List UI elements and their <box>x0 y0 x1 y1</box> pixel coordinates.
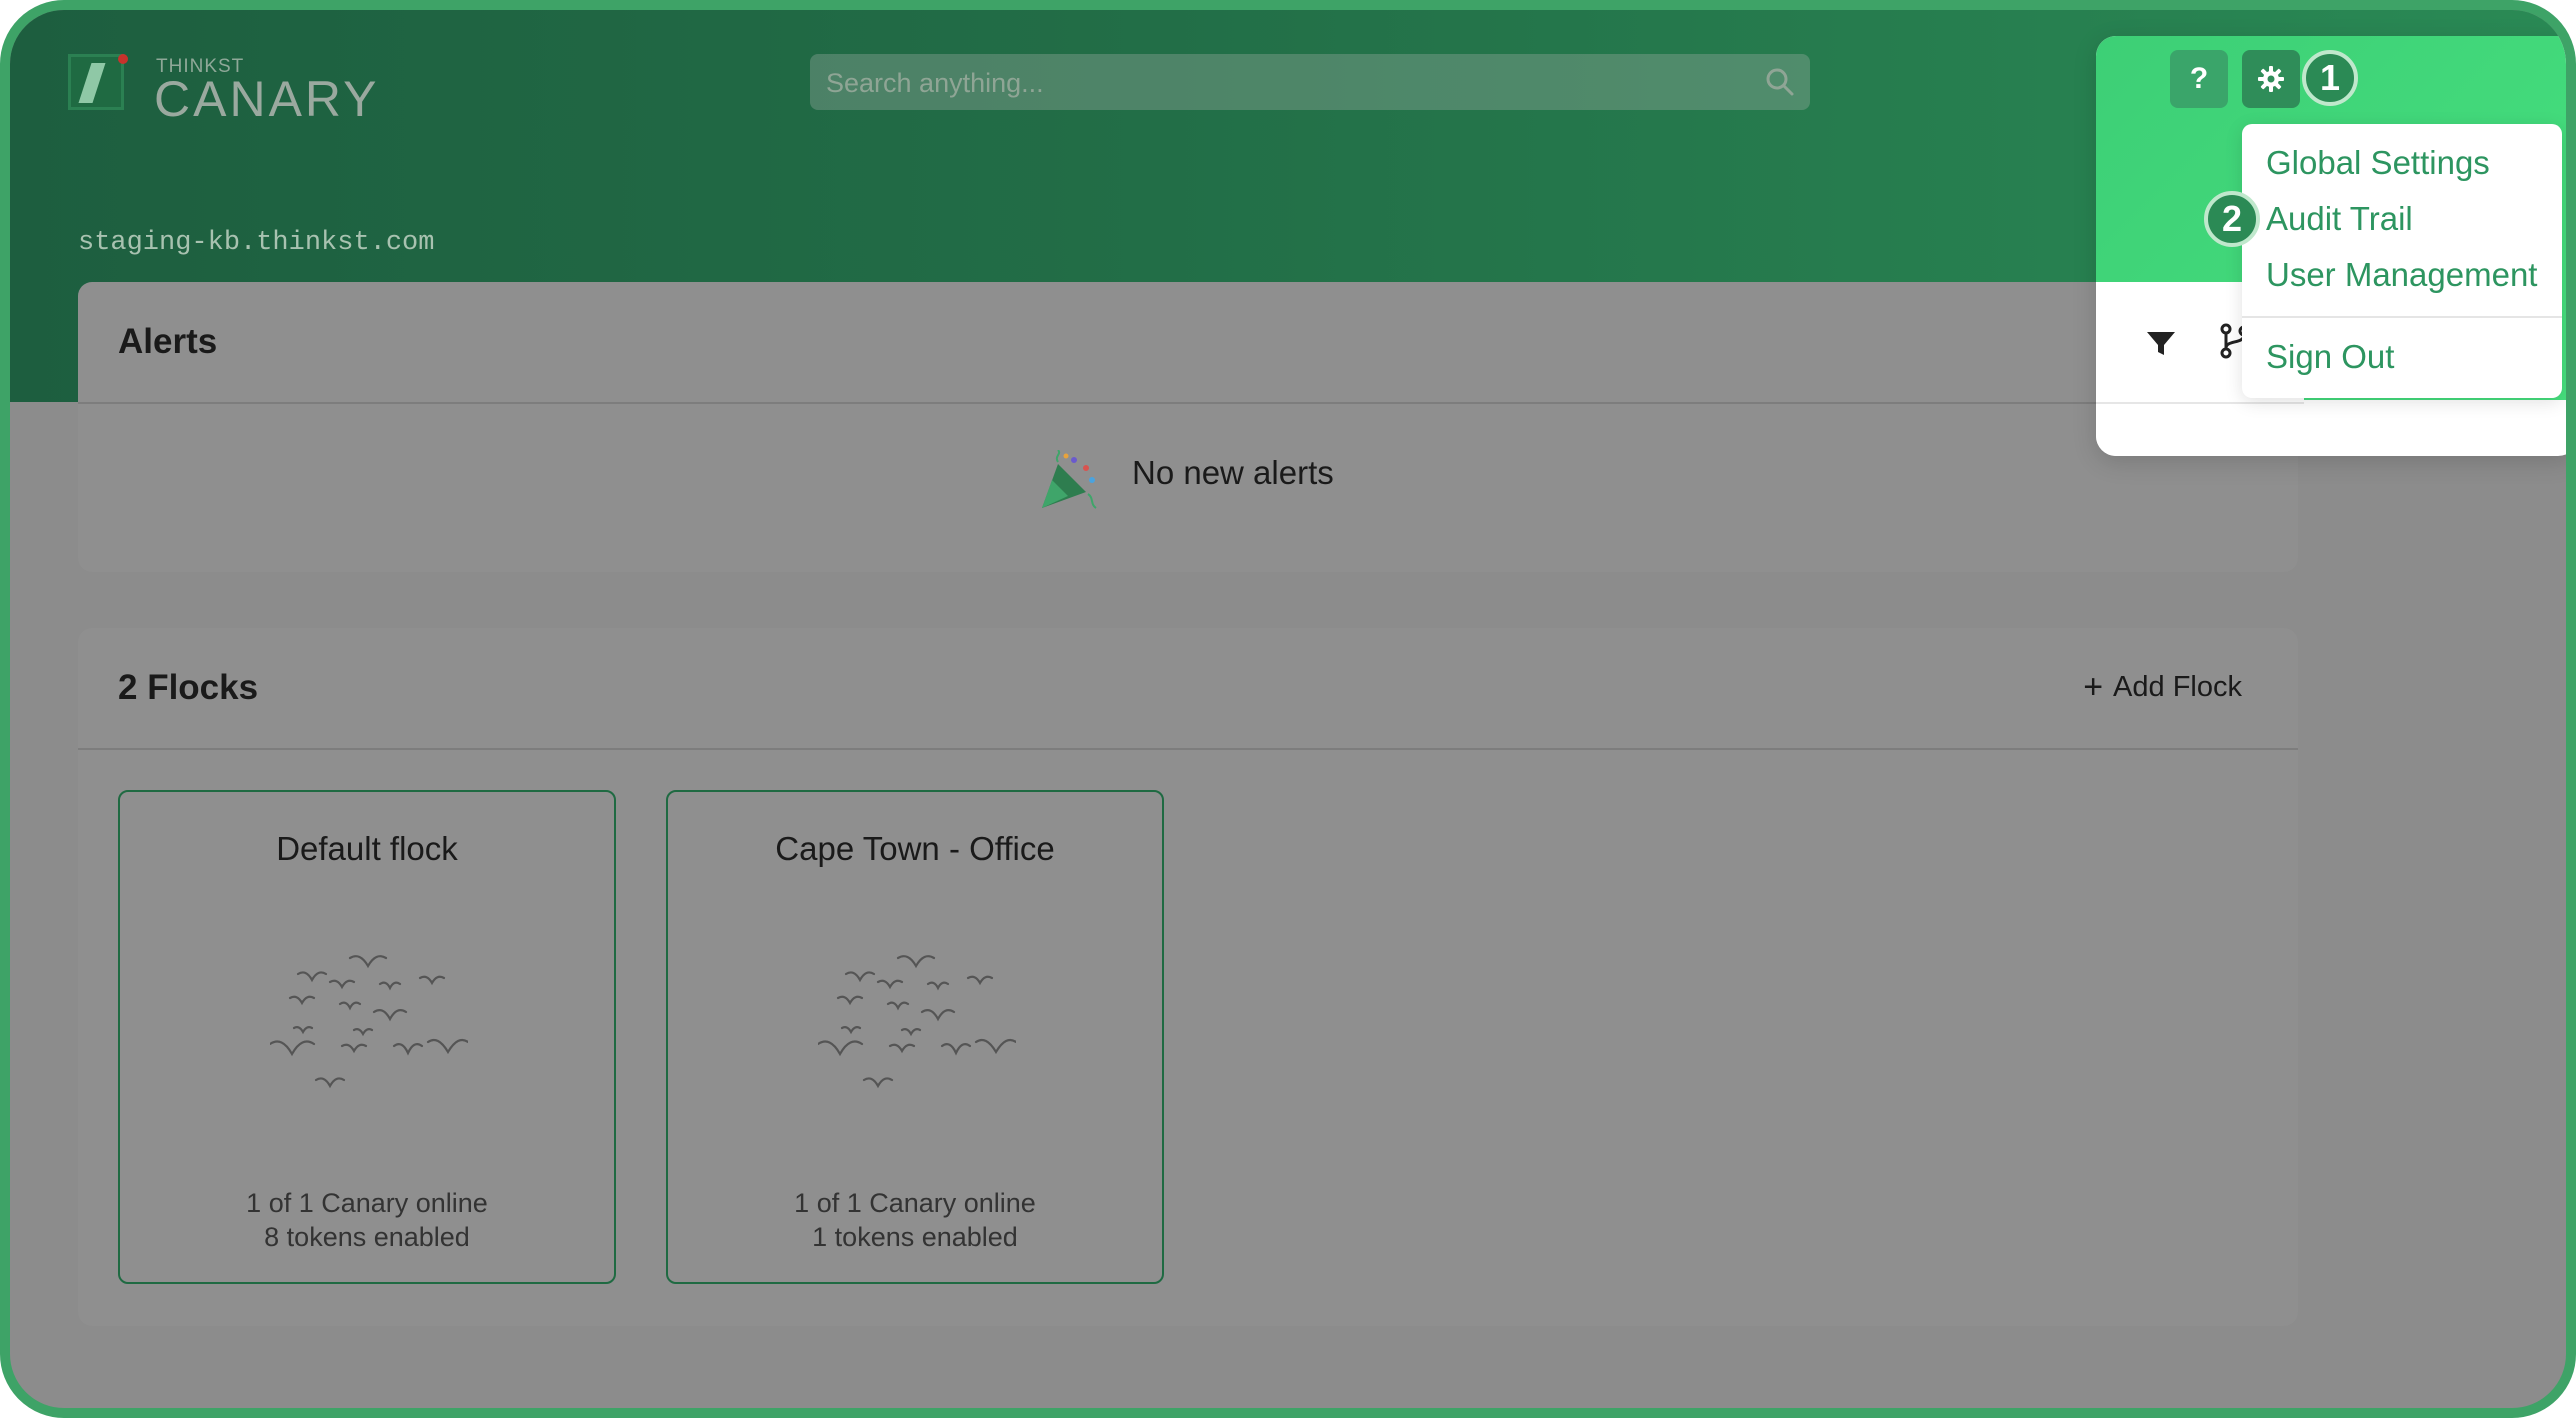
gear-icon <box>2258 66 2284 92</box>
search-bar[interactable]: Search anything... <box>810 54 1810 110</box>
flock-online-status: 1 of 1 Canary online <box>246 1188 488 1218</box>
alerts-title: Alerts <box>118 322 218 361</box>
add-flock-label: Add Flock <box>2113 670 2242 703</box>
party-popper-icon <box>1042 450 1097 509</box>
flock-tokens-status: 1 tokens enabled <box>812 1222 1018 1252</box>
plus-icon: + <box>2083 668 2104 706</box>
step-badge-2: 2 <box>2204 191 2260 247</box>
search-placeholder: Search anything... <box>826 68 1044 98</box>
step-badge-1: 1 <box>2302 50 2358 106</box>
birds-icon <box>270 955 468 1089</box>
add-flock-button[interactable]: + Add Flock <box>2083 670 2242 704</box>
app-window: THINKST CANARY Search anything... stagin… <box>0 0 2576 1418</box>
flocks-title: 2 Flocks <box>118 668 259 707</box>
help-button[interactable]: ? <box>2170 50 2228 108</box>
flock-card-default[interactable]: Default flock 1 of 1 Canary online 8 tok… <box>118 790 616 1284</box>
search-icon <box>1766 68 1794 96</box>
flocks-divider <box>78 748 2298 750</box>
question-icon: ? <box>2189 62 2209 95</box>
no-alerts-text: No new alerts <box>1132 454 1334 491</box>
menu-item-sign-out[interactable]: Sign Out <box>2266 338 2394 376</box>
flock-card-cape-town[interactable]: Cape Town - Office 1 of 1 Canary online … <box>666 790 1164 1284</box>
menu-item-user-management[interactable]: User Management <box>2266 256 2537 294</box>
flock-tokens-status: 8 tokens enabled <box>264 1222 470 1252</box>
flocks-card: 2 Flocks + Add Flock Default flock 1 of … <box>78 628 2298 1326</box>
alerts-card: Alerts No new alerts <box>78 282 2298 572</box>
settings-button[interactable] <box>2242 50 2300 108</box>
flock-name: Default flock <box>276 830 458 867</box>
logo-canary-text: CANARY <box>154 71 380 127</box>
highlight-panel-bottom <box>2096 400 2300 456</box>
toolbar-divider <box>2096 402 2304 404</box>
console-hostname: staging-kb.thinkst.com <box>78 228 435 258</box>
alerts-divider <box>78 402 2298 404</box>
logo-mark <box>68 54 124 110</box>
menu-item-global-settings[interactable]: Global Settings <box>2266 144 2490 182</box>
flock-name: Cape Town - Office <box>775 830 1055 867</box>
menu-divider <box>2242 316 2562 318</box>
logo-dot <box>118 54 128 64</box>
menu-item-audit-trail[interactable]: Audit Trail <box>2266 200 2413 238</box>
canary-logo[interactable]: THINKST CANARY <box>68 44 428 127</box>
filter-icon[interactable] <box>2144 326 2178 360</box>
birds-icon <box>818 955 1016 1089</box>
flock-online-status: 1 of 1 Canary online <box>794 1188 1036 1218</box>
settings-dropdown: Global Settings Audit Trail User Managem… <box>2242 124 2562 398</box>
